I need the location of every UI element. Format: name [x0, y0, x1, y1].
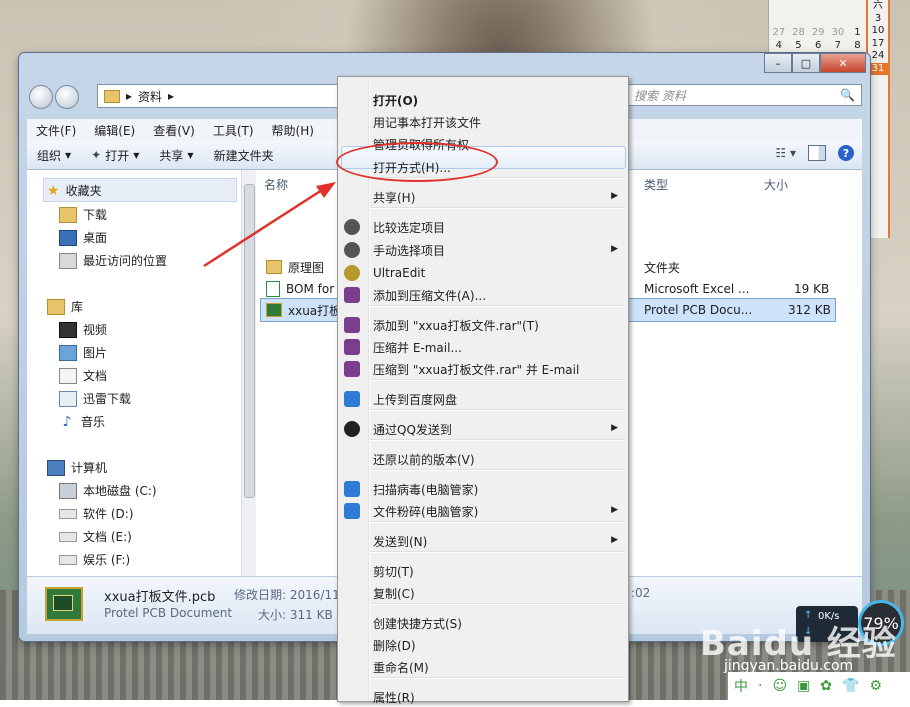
- ime-toolbar-icon[interactable]: ·: [758, 678, 762, 694]
- ime-toolbar: 中 · ☺ ▣ ✿ 👕 ⚙: [728, 672, 910, 700]
- ime-toolbar-icon[interactable]: ✿: [820, 678, 832, 694]
- annotation-arrow-svg: [203, 182, 336, 268]
- ime-toolbar-icon[interactable]: 中: [734, 676, 748, 696]
- ime-toolbar-icon[interactable]: ☺: [772, 678, 787, 694]
- ime-toolbar-icon[interactable]: ⚙: [869, 678, 882, 694]
- ime-toolbar-icon[interactable]: ▣: [797, 678, 810, 694]
- ime-toolbar-icon[interactable]: 👕: [842, 678, 859, 694]
- annotation-arrow-head: [316, 182, 336, 198]
- annotation-arrow-line: [203, 188, 323, 268]
